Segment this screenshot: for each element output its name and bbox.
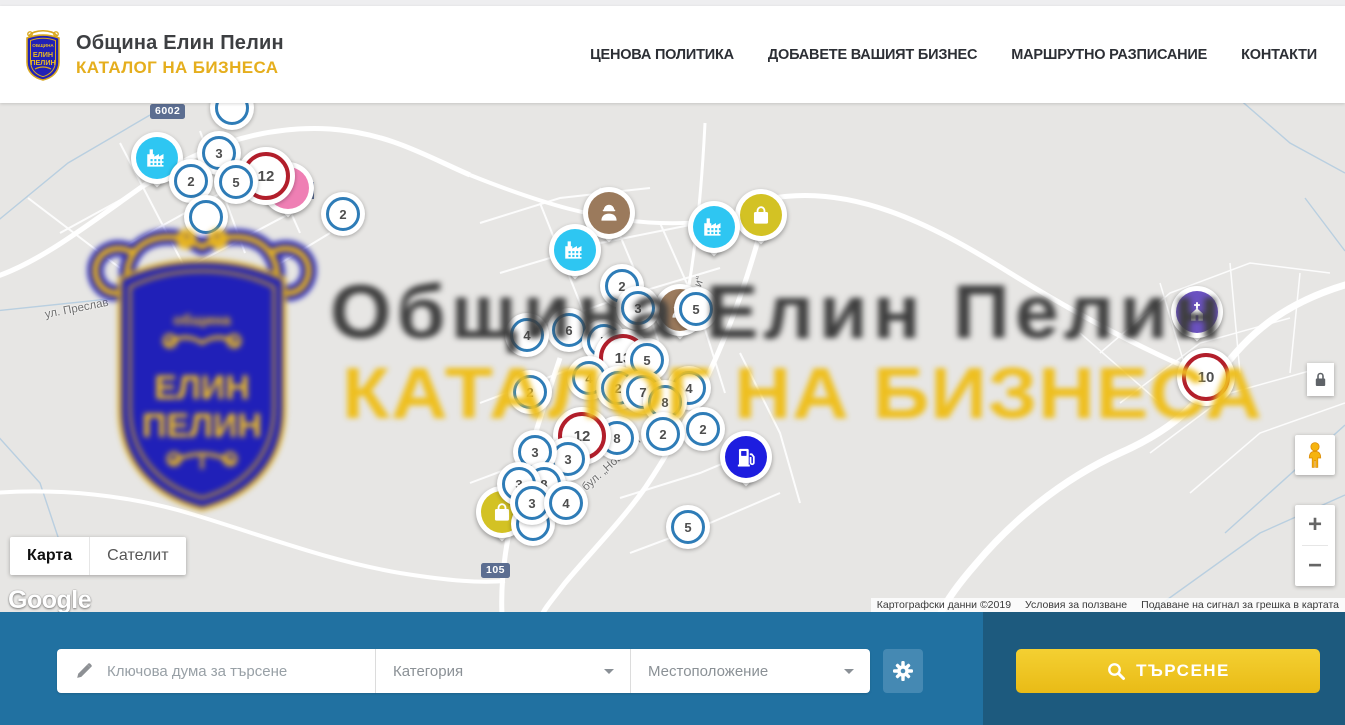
keyword-field[interactable] [57, 649, 375, 693]
map-cluster[interactable]: 10 [1177, 348, 1235, 406]
search-fields: Категория Местоположение [57, 649, 870, 693]
map-cluster[interactable]: 4 [544, 481, 588, 525]
road-number-label: 105 [481, 563, 510, 578]
main-nav: ЦЕНОВА ПОЛИТИКА ДОБАВЕТЕ ВАШИЯТ БИЗНЕС МАР… [590, 47, 1317, 63]
cluster-count [189, 200, 223, 234]
map-cluster[interactable]: 5 [674, 287, 718, 331]
cluster-count: 5 [219, 165, 253, 199]
category-dropdown-label: Категория [393, 663, 463, 680]
attribution-text: Картографски данни ©2019 [877, 599, 1011, 611]
street-view-pegman-button[interactable] [1295, 435, 1335, 475]
bag-icon [748, 202, 774, 228]
fullscreen-lock-button[interactable] [1307, 363, 1334, 396]
attribution-link[interactable]: Условия за ползване [1025, 599, 1127, 611]
nav-item[interactable]: ДОБАВЕТЕ ВАШИЯТ БИЗНЕС [768, 47, 977, 63]
map-cluster[interactable]: 2 [681, 407, 725, 451]
nav-item[interactable]: ЦЕНОВА ПОЛИТИКА [590, 47, 734, 63]
map-pin-church[interactable] [1171, 286, 1223, 338]
brand[interactable]: ОБЩИНА ЕЛИН ПЕЛИН Община Елин Пелин КАТА… [22, 27, 284, 83]
zoom-control: + − [1295, 505, 1335, 586]
map-canvas[interactable]: община ЕЛИН ПЕЛИН Община Елин Пелин КАТА… [0, 103, 1345, 612]
pegman-icon [1304, 440, 1326, 470]
category-dropdown[interactable]: Категория [375, 649, 630, 693]
cluster-count: 10 [1182, 353, 1230, 401]
map-pin-fuel[interactable] [720, 431, 772, 483]
zoom-in-button[interactable]: + [1295, 505, 1335, 545]
map-type-satellite-button[interactable]: Сателит [89, 537, 185, 575]
location-dropdown-label: Местоположение [648, 663, 768, 680]
google-logo[interactable]: Google [8, 586, 91, 612]
fuel-icon [733, 444, 759, 470]
factory-icon [144, 145, 170, 171]
map-cluster[interactable]: 5 [214, 160, 258, 204]
padlock-icon [1313, 371, 1328, 388]
map-cluster[interactable]: 2 [508, 370, 552, 414]
page: ОБЩИНА ЕЛИН ПЕЛИН Община Елин Пелин КАТА… [0, 0, 1345, 725]
pin-disc [1171, 286, 1223, 338]
brand-text: Община Елин Пелин КАТАЛОГ НА БИЗНЕСА [76, 32, 284, 78]
road-number-label: 6002 [150, 104, 185, 119]
advanced-search-button[interactable] [883, 649, 923, 693]
pin-disc [735, 189, 787, 241]
chevron-down-icon [844, 669, 854, 674]
cluster-count: 2 [513, 375, 547, 409]
map-type-control: Карта Сателит [10, 537, 186, 575]
nav-item[interactable]: КОНТАКТИ [1241, 47, 1317, 63]
factory-icon [562, 237, 588, 263]
church-icon [1184, 299, 1210, 325]
worker-icon [596, 200, 622, 226]
cluster-count: 2 [326, 197, 360, 231]
cluster-count: 3 [621, 291, 655, 325]
pin-disc [720, 431, 772, 483]
cluster-count: 4 [549, 486, 583, 520]
map-attribution: Картографски данни ©2019 Условия за ползв… [871, 598, 1345, 612]
keyword-input[interactable] [105, 662, 349, 681]
chevron-down-icon [604, 669, 614, 674]
map-pin-factory[interactable] [688, 201, 740, 253]
location-dropdown[interactable]: Местоположение [630, 649, 870, 693]
cluster-count: 5 [671, 510, 705, 544]
pin-disc [688, 201, 740, 253]
pin-disc [549, 224, 601, 276]
svg-text:ПЕЛИН: ПЕЛИН [30, 58, 55, 67]
cluster-count: 2 [174, 164, 208, 198]
map-pin-factory[interactable] [549, 224, 601, 276]
cluster-count [215, 103, 249, 125]
site-subtitle: КАТАЛОГ НА БИЗНЕСА [76, 58, 284, 78]
map-cluster[interactable]: 3 [616, 286, 660, 330]
cluster-count: 5 [679, 292, 713, 326]
map-type-map-button[interactable]: Карта [10, 537, 89, 575]
cluster-count: 6 [552, 313, 586, 347]
search-bar: Категория Местоположение [0, 612, 1345, 725]
map-cluster[interactable]: 4 [505, 313, 549, 357]
factory-icon [701, 214, 727, 240]
map-cluster[interactable] [184, 195, 228, 239]
map-cluster[interactable]: 2 [641, 412, 685, 456]
site-title: Община Елин Пелин [76, 32, 284, 55]
search-icon [1106, 661, 1126, 681]
search-button[interactable]: ТЪРСЕНЕ [1016, 649, 1320, 693]
cluster-count: 2 [686, 412, 720, 446]
nav-item[interactable]: МАРШРУТНО РАЗПИСАНИЕ [1011, 47, 1207, 63]
search-button-label: ТЪРСЕНЕ [1136, 661, 1230, 681]
cluster-count: 4 [510, 318, 544, 352]
header: ОБЩИНА ЕЛИН ПЕЛИН Община Елин Пелин КАТА… [0, 6, 1345, 103]
zoom-out-button[interactable]: − [1295, 546, 1335, 586]
gear-icon [892, 660, 914, 682]
cluster-count: 2 [646, 417, 680, 451]
map-pin-bag[interactable] [735, 189, 787, 241]
svg-text:ОБЩИНА: ОБЩИНА [32, 43, 54, 48]
municipality-crest-logo: ОБЩИНА ЕЛИН ПЕЛИН [22, 27, 64, 83]
attribution-link[interactable]: Подаване на сигнал за грешка в картата [1141, 599, 1339, 611]
map-cluster[interactable]: 5 [666, 505, 710, 549]
map-cluster[interactable]: 2 [321, 192, 365, 236]
pencil-icon [74, 662, 93, 681]
